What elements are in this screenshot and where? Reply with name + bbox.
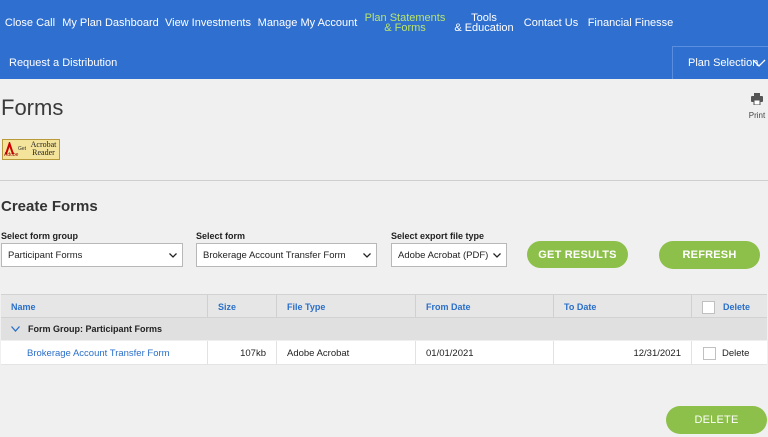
form-group-row[interactable]: Form Group: Participant Forms	[1, 318, 767, 340]
form-to-date: 12/31/2021	[554, 341, 692, 365]
get-label: Get	[18, 146, 27, 152]
column-header-file-type[interactable]: File Type	[277, 295, 416, 319]
delete-checkbox[interactable]	[703, 346, 716, 360]
delete-cell: Delete	[692, 341, 767, 365]
plan-selection-dropdown[interactable]: Plan Selection	[672, 46, 768, 79]
chevron-down-icon	[169, 253, 177, 258]
table-header: Name Size File Type From Date To Date De…	[1, 294, 767, 319]
request-distribution-link[interactable]: Request a Distribution	[9, 46, 117, 79]
form-from-date: 01/01/2021	[416, 341, 554, 365]
nav-label: My Plan Dashboard	[62, 17, 159, 29]
delete-header-label: Delete	[723, 302, 751, 312]
form-size: 107kb	[208, 341, 277, 365]
chevron-down-icon	[363, 253, 371, 258]
form-value: Brokerage Account Transfer Form	[203, 249, 346, 261]
nav-label: & Education	[454, 22, 514, 34]
top-navigation: Close Call My Plan Dashboard View Invest…	[0, 0, 768, 79]
nav-label: Manage My Account	[257, 17, 358, 29]
reader-word: Reader	[32, 148, 55, 157]
chevron-down-icon	[752, 59, 766, 67]
page-title: Forms	[1, 95, 64, 120]
refresh-button[interactable]: REFRESH	[659, 241, 760, 269]
nav-financial-finesse[interactable]: Financial Finesse	[584, 0, 677, 46]
nav-label: Contact Us	[523, 17, 579, 29]
form-file-type: Adobe Acrobat	[277, 341, 416, 365]
form-select[interactable]: Brokerage Account Transfer Form	[196, 243, 377, 267]
form-group-value: Participant Forms	[8, 249, 83, 261]
nav-label: & Forms	[384, 22, 426, 34]
plan-selection-label: Plan Selection	[688, 57, 759, 69]
nav-label: Close Call	[4, 17, 56, 29]
column-header-from-date[interactable]: From Date	[416, 295, 554, 319]
adobe-label: Adobe	[4, 152, 19, 158]
select-all-checkbox[interactable]	[702, 300, 715, 314]
nav-label: View Investments	[164, 17, 251, 29]
get-results-button[interactable]: GET RESULTS	[527, 241, 628, 268]
delete-button[interactable]: DELETE	[666, 406, 767, 434]
nav-label: Request a Distribution	[9, 56, 118, 69]
column-header-name[interactable]: Name	[1, 295, 208, 319]
export-type-label: Select export file type	[391, 231, 485, 241]
nav-label: Financial Finesse	[587, 17, 674, 29]
form-group-select[interactable]: Participant Forms	[1, 243, 183, 267]
nav-my-plan-dashboard[interactable]: My Plan Dashboard	[60, 0, 161, 46]
nav-contact-us[interactable]: Contact Us	[518, 0, 584, 46]
export-type-value: Adobe Acrobat (PDF)	[398, 249, 489, 261]
create-forms-title: Create Forms	[1, 198, 98, 215]
nav-close-call[interactable]: Close Call	[0, 0, 60, 46]
chevron-down-icon	[493, 253, 501, 258]
column-header-to-date[interactable]: To Date	[554, 295, 692, 319]
section-divider	[0, 180, 768, 181]
nav-manage-my-account[interactable]: Manage My Account	[255, 0, 360, 46]
table-row: Brokerage Account Transfer Form 107kb Ad…	[1, 341, 767, 365]
acrobat-reader-label: Acrobat Reader	[27, 141, 60, 157]
form-group-label: Select form group	[1, 231, 79, 241]
nav-tools-education[interactable]: Tools & Education	[450, 0, 518, 46]
form-name-link[interactable]: Brokerage Account Transfer Form	[1, 341, 208, 365]
printer-icon	[751, 93, 763, 106]
print-label: Print	[748, 111, 766, 120]
chevron-down-icon	[11, 326, 20, 332]
nav-second-row: Request a Distribution Plan Selection	[0, 46, 768, 79]
print-button[interactable]: Print	[746, 92, 768, 120]
column-header-delete: Delete	[692, 295, 767, 319]
form-group-label: Form Group: Participant Forms	[28, 324, 163, 334]
get-acrobat-reader-badge[interactable]: Adobe Get Acrobat Reader	[2, 139, 60, 160]
form-label: Select form	[196, 231, 246, 241]
nav-plan-statements-forms[interactable]: Plan Statements & Forms	[360, 0, 450, 46]
export-type-select[interactable]: Adobe Acrobat (PDF)	[391, 243, 507, 267]
column-header-size[interactable]: Size	[208, 295, 277, 319]
delete-label: Delete	[722, 347, 750, 359]
nav-view-investments[interactable]: View Investments	[161, 0, 255, 46]
